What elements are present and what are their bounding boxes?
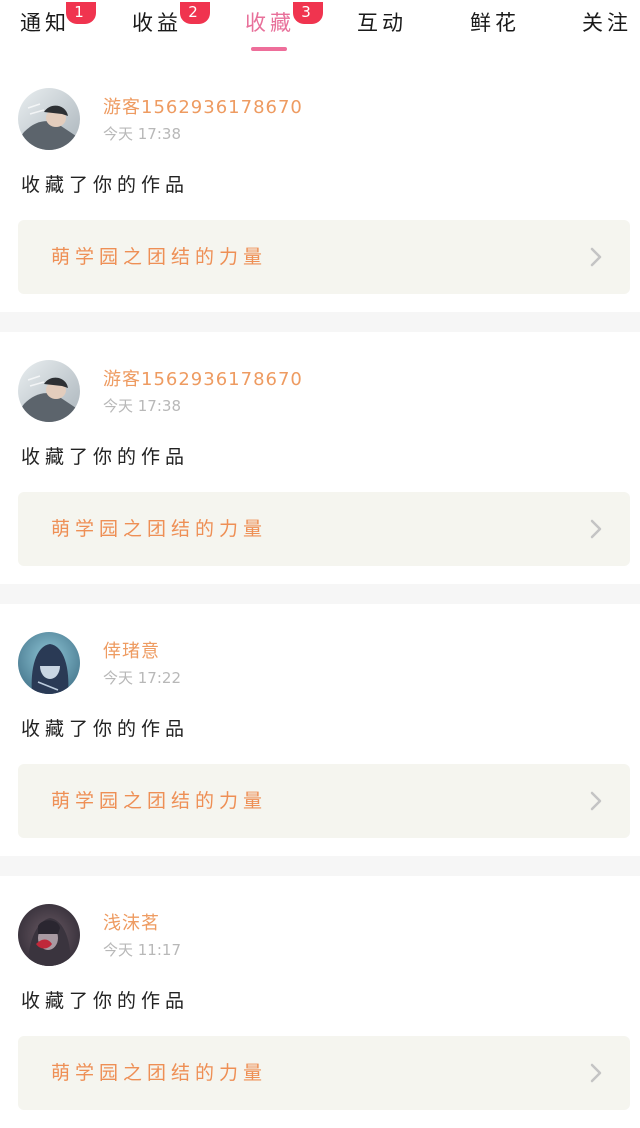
- work-title: 萌学园之团结的力量: [51, 790, 268, 812]
- avatar-photo-icon[interactable]: [18, 632, 80, 694]
- notification-card: 倖琽意 今天 17:22 收藏了你的作品 萌学园之团结的力量: [0, 604, 640, 856]
- avatar-photo-icon[interactable]: [18, 904, 80, 966]
- action-text: 收藏了你的作品: [21, 446, 190, 468]
- chevron-right-icon: [590, 519, 602, 539]
- tab-favorites[interactable]: 收藏 3: [245, 2, 323, 38]
- tab-flowers[interactable]: 鲜花: [470, 8, 520, 38]
- work-link[interactable]: 萌学园之团结的力量: [18, 492, 630, 566]
- avatar-photo-icon[interactable]: [18, 88, 80, 150]
- tab-badge: 1: [66, 2, 96, 24]
- tab-label: 通知: [20, 11, 70, 35]
- notification-list: 游客1562936178670 今天 17:38 收藏了你的作品 萌学园之团结的…: [0, 60, 640, 1128]
- action-text: 收藏了你的作品: [21, 174, 190, 196]
- tab-notifications[interactable]: 通知 1: [20, 2, 96, 38]
- tab-label: 收益: [132, 11, 182, 35]
- section-divider: [0, 584, 640, 604]
- work-title: 萌学园之团结的力量: [51, 1062, 268, 1084]
- tab-badge: 2: [180, 2, 210, 24]
- work-link[interactable]: 萌学园之团结的力量: [18, 764, 630, 838]
- tab-label: 鲜花: [470, 11, 520, 35]
- section-divider: [0, 312, 640, 332]
- tab-interactions[interactable]: 互动: [357, 8, 407, 38]
- notification-card: 浅沫茗 今天 11:17 收藏了你的作品 萌学园之团结的力量: [0, 876, 640, 1128]
- timestamp: 今天 17:38: [103, 397, 181, 415]
- tab-badge: 3: [293, 2, 323, 24]
- top-tab-bar: 通知 1 收益 2 收藏 3 互动 鲜花 关注: [0, 0, 640, 60]
- work-title: 萌学园之团结的力量: [51, 518, 268, 540]
- username[interactable]: 倖琽意: [103, 637, 160, 663]
- username[interactable]: 游客1562936178670: [103, 365, 303, 391]
- action-text: 收藏了你的作品: [21, 718, 190, 740]
- action-text: 收藏了你的作品: [21, 990, 190, 1012]
- tab-label: 收藏: [245, 11, 295, 35]
- timestamp: 今天 11:17: [103, 941, 181, 959]
- avatar-photo-icon[interactable]: [18, 360, 80, 422]
- timestamp: 今天 17:22: [103, 669, 181, 687]
- chevron-right-icon: [590, 1063, 602, 1083]
- tab-label: 互动: [357, 11, 407, 35]
- work-link[interactable]: 萌学园之团结的力量: [18, 220, 630, 294]
- chevron-right-icon: [590, 791, 602, 811]
- notification-card: 游客1562936178670 今天 17:38 收藏了你的作品 萌学园之团结的…: [0, 332, 640, 584]
- username[interactable]: 游客1562936178670: [103, 93, 303, 119]
- timestamp: 今天 17:38: [103, 125, 181, 143]
- active-tab-indicator: [251, 47, 287, 51]
- tab-follows[interactable]: 关注: [582, 8, 632, 38]
- username[interactable]: 浅沫茗: [103, 909, 160, 935]
- tab-earnings[interactable]: 收益 2: [132, 2, 210, 38]
- work-link[interactable]: 萌学园之团结的力量: [18, 1036, 630, 1110]
- chevron-right-icon: [590, 247, 602, 267]
- tab-label: 关注: [582, 11, 632, 35]
- work-title: 萌学园之团结的力量: [51, 246, 268, 268]
- section-divider: [0, 856, 640, 876]
- notification-card: 游客1562936178670 今天 17:38 收藏了你的作品 萌学园之团结的…: [0, 60, 640, 312]
